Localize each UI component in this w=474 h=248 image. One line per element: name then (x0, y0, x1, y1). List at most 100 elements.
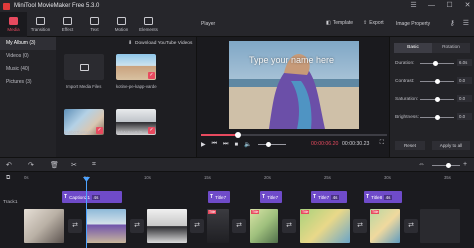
video-clip[interactable] (24, 209, 64, 243)
menu-icon[interactable]: ☰ (409, 1, 418, 11)
duration-slider[interactable] (420, 60, 454, 66)
saturation-handle[interactable] (434, 96, 440, 102)
key-icon[interactable]: ⚷ (450, 19, 455, 27)
contrast-slider[interactable] (420, 78, 454, 84)
tab-motion[interactable]: Motion (108, 12, 135, 37)
delete-icon[interactable]: 🗑 (50, 161, 59, 169)
saturation-value[interactable]: 0.0 (457, 95, 472, 102)
template-button[interactable]: ◧ Template (326, 20, 353, 26)
export-button[interactable]: ⇪ Export (363, 20, 384, 26)
brightness-slider[interactable] (420, 114, 454, 120)
saturation-slider[interactable] (420, 96, 454, 102)
sidebar-item-videos[interactable]: Videos (0) (0, 50, 56, 63)
template-icon: ◧ (326, 20, 331, 26)
caption-clip[interactable]: T Title7 4s (311, 191, 347, 203)
zoom-slider[interactable] (432, 163, 460, 168)
brightness-value[interactable]: 0.0 (457, 113, 472, 120)
transition-icon[interactable]: ⇄ (232, 219, 246, 233)
video-preview[interactable]: Type your name here (229, 41, 359, 129)
video-clip[interactable] (147, 209, 187, 243)
sidebar-item-pictures[interactable]: Pictures (3) (0, 76, 56, 89)
tab-rotation[interactable]: Rotation (432, 43, 470, 53)
menu-icon[interactable]: ☰ (463, 19, 469, 27)
time-ruler[interactable]: 0s 5s 10s 15s 20s 25s 30s 35s (22, 173, 474, 183)
empty-slot[interactable] (420, 209, 460, 243)
media-panel: My Album (3) Videos (0) Music (40) Pictu… (0, 37, 196, 157)
tab-media[interactable]: Media (0, 12, 27, 37)
transition-icon[interactable]: ⇄ (190, 219, 204, 233)
volume-slider[interactable] (257, 141, 286, 147)
play-icon[interactable]: ▶ (201, 141, 206, 148)
import-media-button[interactable] (64, 54, 104, 80)
transition-icon[interactable]: ⇄ (282, 219, 296, 233)
fullscreen-icon[interactable]: ⛶ (380, 140, 384, 147)
stop-icon[interactable]: ■ (234, 142, 238, 148)
player-heading: Player (201, 21, 216, 27)
check-icon: ✓ (148, 127, 155, 134)
caption-clip[interactable]: T Title8 4s (364, 191, 402, 203)
text-icon (90, 17, 99, 25)
title-clip[interactable]: Title (207, 209, 229, 243)
sidebar-item-music[interactable]: Music (40) (0, 63, 56, 76)
video-clip[interactable] (86, 209, 126, 243)
tab-transition[interactable]: Transition (27, 12, 54, 37)
title-clip[interactable]: Title (370, 209, 400, 243)
reset-button[interactable]: Reset (395, 141, 425, 150)
playhead[interactable] (86, 178, 87, 248)
progress-fill (201, 134, 239, 136)
text-icon: T (262, 194, 266, 200)
tab-effect[interactable]: Effect (54, 12, 81, 37)
redo-icon[interactable]: ↷ (28, 161, 34, 169)
maximize-icon[interactable]: ☐ (445, 1, 454, 11)
volume-handle[interactable] (265, 141, 271, 147)
zoom-in-icon[interactable]: + (463, 161, 467, 168)
brightness-handle[interactable] (434, 114, 440, 120)
contrast-handle[interactable] (434, 78, 440, 84)
transition-icon[interactable]: ⇄ (68, 219, 82, 233)
caption-clip[interactable]: T Caption21 4s (62, 191, 122, 203)
zoom-handle[interactable] (446, 163, 451, 168)
tab-basic[interactable]: Basic (394, 43, 432, 53)
player-progress-bar[interactable] (201, 132, 387, 138)
apply-to-all-button[interactable]: Apply to all (432, 141, 470, 150)
title-clip[interactable]: Title (300, 209, 350, 243)
zoom-fit-icon[interactable]: ⇔ (418, 161, 425, 168)
saturation-label: Saturation: (395, 97, 419, 102)
media-caption: kotine-pe-kapp-varde (116, 84, 157, 89)
media-caption: Import Media Files (66, 84, 102, 89)
duration-handle[interactable] (432, 60, 438, 66)
add-track-icon[interactable]: ⧉ (6, 175, 10, 182)
tick-label: 10s (144, 175, 151, 180)
minimize-icon[interactable]: — (427, 1, 436, 11)
download-youtube-button[interactable]: ⬇ Download YouTube Videos (128, 41, 192, 46)
export-icon: ⇪ (363, 20, 368, 26)
video-overlay-text: Type your name here (249, 55, 335, 65)
media-thumb[interactable]: ✓ (116, 54, 156, 80)
duration-value[interactable]: 6.0s (457, 59, 472, 66)
contrast-value[interactable]: 0.0 (457, 77, 472, 84)
text-icon: T (64, 194, 68, 200)
caption-clip[interactable]: T Title7 (208, 191, 230, 203)
sidebar-item-my-album[interactable]: My Album (3) (0, 37, 56, 50)
close-icon[interactable]: ✕ (463, 1, 472, 11)
transition-icon[interactable]: ⇄ (353, 219, 367, 233)
progress-handle[interactable] (235, 132, 242, 138)
next-frame-icon[interactable]: ⏭ (223, 141, 228, 148)
title-clip[interactable]: Title (250, 209, 278, 243)
split-icon[interactable]: ✂ (71, 161, 77, 169)
caption-clip[interactable]: T Title7 (260, 191, 282, 203)
transition-icon[interactable]: ⇄ (130, 219, 144, 233)
tab-text[interactable]: Text (81, 12, 108, 37)
volume-icon[interactable]: 🔈 (244, 141, 251, 148)
undo-icon[interactable]: ↶ (6, 161, 12, 169)
main-toolbar: Media Transition Effect Text Motion Elem… (0, 12, 474, 37)
duration-label: Duration: (395, 61, 415, 66)
contrast-label: Contrast: (395, 79, 415, 84)
total-time: 00:00:30.23 (342, 141, 370, 147)
prev-frame-icon[interactable]: ⏮ (212, 141, 217, 148)
tab-elements[interactable]: Elements (135, 12, 162, 37)
transition-icon[interactable]: ⇄ (404, 219, 418, 233)
text-icon: T (366, 194, 370, 200)
crop-icon[interactable]: ⌗ (92, 161, 96, 169)
tick-label: 20s (264, 175, 271, 180)
